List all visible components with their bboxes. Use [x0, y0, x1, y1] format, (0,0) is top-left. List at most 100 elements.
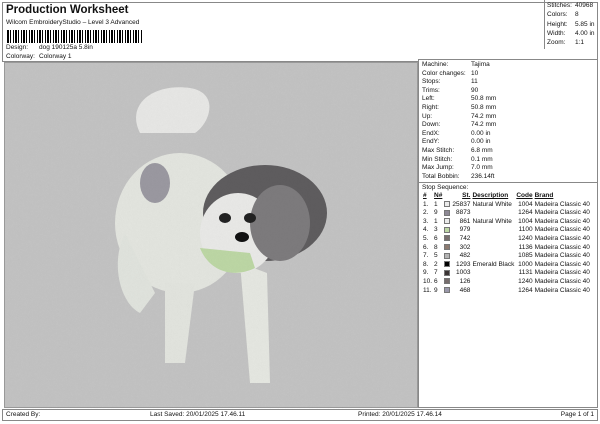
thread-brand: Madeira Classic 40 [534, 209, 590, 217]
stat-label: Zoom: [547, 39, 566, 47]
needle-number: 6 [434, 235, 438, 243]
stop-number: 1. [423, 200, 429, 208]
info-label: Up: [422, 112, 433, 120]
thread-description [471, 226, 515, 235]
stat-row: Width: 4.00 in [547, 29, 598, 38]
thread-description: Emerald Black [472, 260, 515, 268]
info-label: Machine: [422, 61, 449, 68]
thread-code: 1264 [518, 209, 533, 217]
info-row: Left: 50.8 mm [422, 95, 594, 104]
thread-brand: Madeira Classic 40 [534, 286, 590, 294]
stat-label: Colors: [547, 11, 568, 19]
stop-sequence-title: Stop Sequence: [422, 184, 469, 192]
info-label: Min Stitch: [422, 155, 453, 163]
thread-brand: Madeira Classic 40 [534, 252, 590, 260]
swatch-cell [443, 217, 451, 226]
needle-number: 1 [434, 217, 438, 225]
info-value: 11 [471, 78, 478, 86]
stop-number: 8. [423, 260, 429, 268]
stitch-count: 979 [459, 226, 471, 234]
stop-sequence: Stop Sequence: # N# St. Description Code Bran… [419, 183, 597, 295]
column-header: Brand [534, 192, 554, 200]
table-row: 1. 1 25837 Natural White 1004 Madeira Classic… [422, 200, 591, 209]
swatch-header [443, 191, 451, 200]
column-header: St. [462, 192, 471, 200]
stat-row: Zoom: 1:1 [547, 38, 598, 47]
swatch-cell [443, 269, 451, 278]
color-swatch [444, 218, 451, 225]
color-swatch [444, 226, 451, 233]
column-header: # [423, 192, 427, 200]
info-row: Up: 74.2 mm [422, 113, 594, 122]
stat-row: Colors: 8 [547, 10, 598, 19]
info-row: Total Bobbin: 236.14ft [422, 173, 594, 182]
needle-number: 1 [434, 200, 438, 208]
colorway-value: Colorway 1 [39, 53, 72, 60]
thread-code: 1000 [518, 260, 533, 268]
thread-code: 1004 [518, 200, 533, 208]
column-header: Description [472, 192, 509, 200]
table-row: 2. 9 8873 1264 Madeira Classic 40 [422, 209, 591, 218]
color-swatch [444, 286, 451, 293]
thread-code: 1136 [518, 243, 533, 251]
stop-number: 2. [423, 209, 429, 217]
thread-brand: Madeira Classic 40 [534, 217, 590, 225]
stitch-count: 1003 [455, 269, 471, 277]
thread-description [471, 286, 515, 295]
thread-code: 1100 [518, 226, 533, 234]
stat-value: 40968 [575, 2, 594, 9]
stop-sequence-table: # N# St. Description Code Brand 1. 1 25837 Natur… [422, 191, 591, 294]
thread-description [471, 243, 515, 252]
info-row: Machine: Tajima [422, 61, 594, 70]
stat-value: 8 [575, 11, 579, 19]
color-swatch [444, 278, 451, 285]
info-row: Max Stitch: 6.8 mm [422, 147, 594, 156]
table-row: 9. 7 1003 1131 Madeira Classic 40 [422, 269, 591, 278]
info-label: Max Jump: [422, 164, 454, 172]
page-title: Production Worksheet [6, 4, 129, 16]
thread-brand: Madeira Classic 40 [534, 278, 590, 286]
stitch-count: 8873 [455, 209, 471, 217]
page-number: Page 1 of 1 [560, 411, 594, 418]
swatch-cell [443, 286, 451, 295]
colorway-row: Colorway: Colorway 1 [6, 53, 72, 60]
color-swatch [444, 200, 451, 207]
stitch-count: 468 [459, 286, 471, 294]
stat-label: Stitches: [547, 2, 572, 9]
info-value: 0.00 in [471, 138, 491, 146]
info-row: Stops: 11 [422, 78, 594, 87]
column-header: Code [516, 192, 533, 200]
info-value: 50.8 mm [471, 103, 497, 111]
thread-code: 1131 [518, 269, 533, 277]
info-row: Down: 74.2 mm [422, 121, 594, 130]
needle-number: 7 [434, 269, 438, 277]
info-row: Min Stitch: 0.1 mm [422, 156, 594, 165]
info-row: Color changes: 10 [422, 70, 594, 79]
info-value: 0.00 in [471, 129, 491, 137]
thread-brand: Madeira Classic 40 [534, 226, 590, 234]
colorway-label: Colorway: [6, 53, 35, 60]
stat-label: Height: [547, 20, 568, 28]
needle-number: 5 [434, 252, 438, 260]
info-value: 6.8 mm [471, 146, 493, 154]
barcode [7, 30, 143, 43]
swatch-cell [443, 277, 451, 286]
swatch-cell [443, 200, 451, 209]
needle-number: 8 [434, 243, 438, 251]
color-swatch [444, 269, 451, 276]
stop-number: 5. [423, 235, 429, 243]
stitch-count: 302 [459, 243, 471, 251]
stop-number: 9. [423, 269, 429, 277]
details-panel: Machine: Tajima Color changes: 10 Stops: 11 Tr… [418, 59, 598, 408]
dog-embroidery-image [5, 63, 419, 409]
swatch-cell [443, 243, 451, 252]
thread-description [471, 269, 515, 278]
needle-number: 6 [434, 278, 438, 286]
info-value: Tajima [471, 61, 490, 68]
created-by: Created By: [6, 411, 41, 418]
thread-description: Natural White [472, 200, 512, 208]
swatch-cell [443, 226, 451, 235]
info-label: Left: [422, 95, 435, 103]
thread-code: 1240 [518, 235, 533, 243]
swatch-cell [443, 260, 451, 269]
